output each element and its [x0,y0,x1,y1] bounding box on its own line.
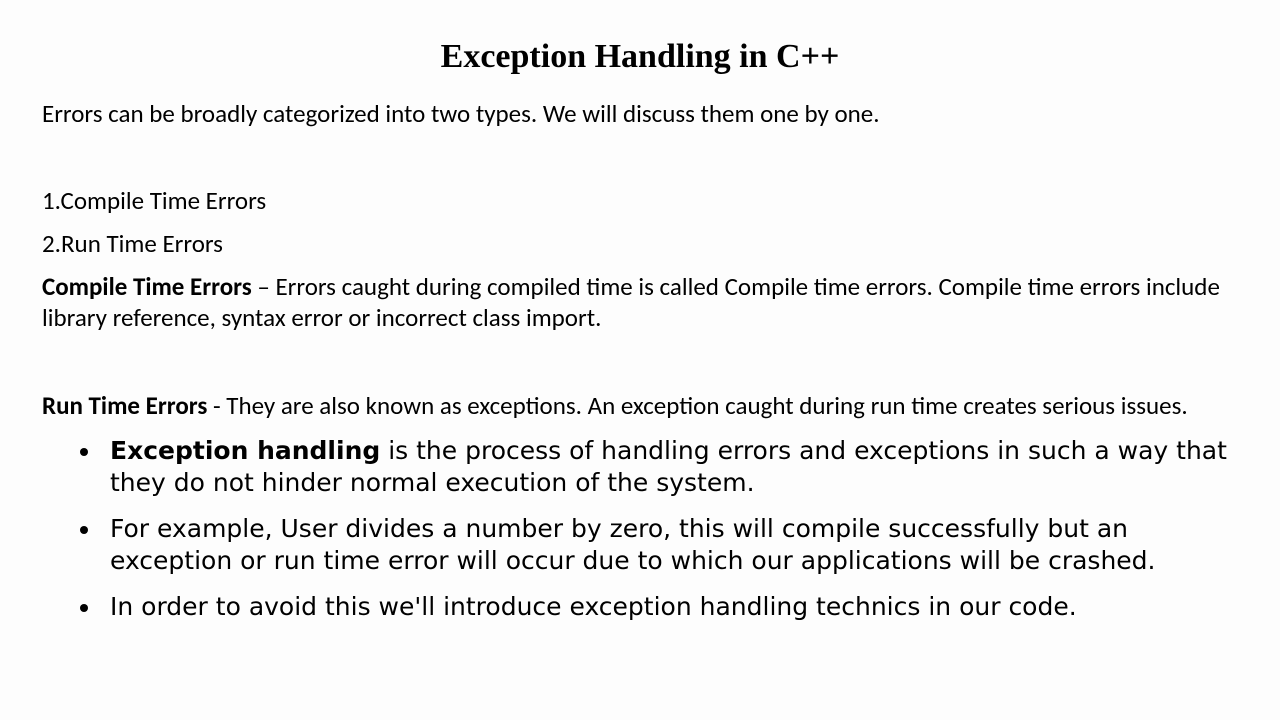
list-item: In order to avoid this we'll introduce e… [102,591,1238,623]
bullet-list: Exception handling is the process of han… [42,435,1238,623]
run-time-paragraph: Run Time Errors - They are also known as… [42,390,1238,421]
intro-paragraph: Errors can be broadly categorized into t… [42,98,1238,129]
compile-time-paragraph: Compile Time Errors – Errors caught duri… [42,271,1238,334]
numbered-item-1: 1.Compile Time Errors [42,185,1238,216]
list-item: Exception handling is the process of han… [102,435,1238,499]
run-time-label: Run Time Errors [42,390,207,421]
compile-time-label: Compile Time Errors [42,271,252,302]
run-time-text: - They are also known as exceptions. An … [207,390,1187,421]
numbered-item-2: 2.Run Time Errors [42,228,1238,259]
page-title: Exception Handling in C++ [42,38,1238,76]
list-item: For example, User divides a number by ze… [102,513,1238,577]
exception-handling-bold: Exception handling [110,436,380,465]
